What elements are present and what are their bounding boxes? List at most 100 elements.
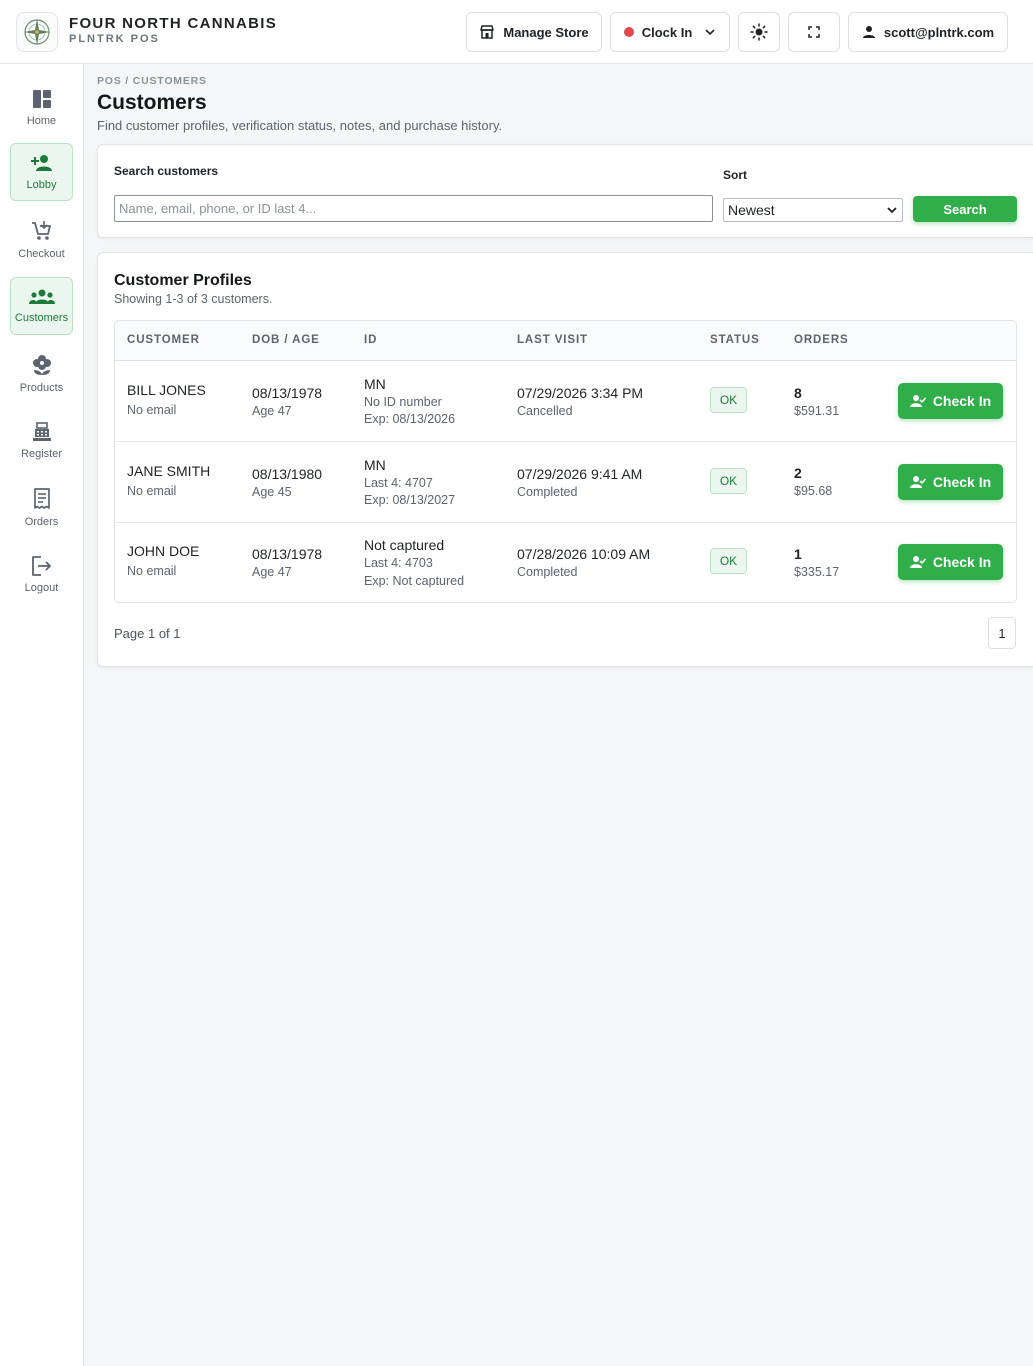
column-header-status[interactable]: STATUS <box>710 334 760 346</box>
sidebar-item-label: Products <box>19 382 64 394</box>
cart-icon <box>31 221 51 240</box>
id-state: Not captured <box>364 537 445 553</box>
fullscreen-icon <box>808 26 820 38</box>
page-subtitle: Find customer profiles, verification sta… <box>97 118 503 133</box>
id-expiration: Exp: 08/13/2026 <box>364 412 456 426</box>
order-total: $335.17 <box>794 565 840 579</box>
customer-dob: 08/13/1978 <box>252 546 323 562</box>
search-panel: Search customers Sort Newest Search <box>97 144 1033 238</box>
last-visit-time: 07/29/2026 3:34 PM <box>517 385 644 401</box>
order-count: 2 <box>794 465 802 481</box>
customers-table: CUSTOMER DOB / AGE ID LAST VISIT STATUS … <box>114 320 1017 603</box>
sun-icon <box>750 23 768 41</box>
customer-email: No email <box>127 484 177 498</box>
search-input[interactable] <box>114 195 713 222</box>
flower-icon <box>32 355 51 375</box>
last-visit-status: Completed <box>517 485 578 499</box>
breadcrumb: POS / CUSTOMERS <box>97 75 207 87</box>
sidebar-item-register[interactable]: Register <box>10 412 73 470</box>
clock-in-label: Clock In <box>641 24 693 40</box>
table-row[interactable]: JANE SMITH No email 08/13/1980 Age 45 MN… <box>115 442 1016 523</box>
top-header: FOUR NORTH CANNABIS PLNTRK POS Manage St… <box>0 0 1033 64</box>
id-state: MN <box>364 457 386 473</box>
check-in-label: Check In <box>932 554 992 570</box>
user-icon <box>862 26 875 38</box>
sidebar-item-label: Home <box>26 115 57 127</box>
check-in-button[interactable]: Check In <box>898 544 1003 580</box>
last-visit-status: Cancelled <box>517 404 573 418</box>
customer-age: Age 47 <box>252 565 292 579</box>
sidebar-item-customers[interactable]: Customers <box>10 277 73 335</box>
manage-store-label: Manage Store <box>503 24 589 40</box>
customer-name[interactable]: JANE SMITH <box>127 463 210 479</box>
sort-selected-value: Newest <box>728 202 775 218</box>
order-total: $591.31 <box>794 404 840 418</box>
sort-select[interactable]: Newest <box>723 198 903 222</box>
column-header-customer[interactable]: CUSTOMER <box>127 334 200 346</box>
clock-status-dot <box>623 27 634 37</box>
table-header: CUSTOMER DOB / AGE ID LAST VISIT STATUS … <box>115 321 1016 361</box>
page-button-1[interactable]: 1 <box>988 617 1016 649</box>
app-name: PLNTRK POS <box>69 33 160 45</box>
sidebar-item-lobby[interactable]: Lobby <box>10 143 73 201</box>
user-account-button[interactable]: scott@plntrk.com <box>848 12 1008 52</box>
compass-logo-icon <box>24 19 50 45</box>
check-in-label: Check In <box>932 474 992 490</box>
profiles-title: Customer Profiles <box>114 272 252 289</box>
column-header-id[interactable]: ID <box>364 334 377 346</box>
table-row[interactable]: JOHN DOE No email 08/13/1978 Age 47 Not … <box>115 522 1016 602</box>
customer-email: No email <box>127 403 177 417</box>
status-badge: OK <box>710 387 747 413</box>
column-header-last-visit[interactable]: LAST VISIT <box>517 334 588 346</box>
check-in-button[interactable]: Check In <box>898 464 1003 500</box>
person-check-icon <box>909 476 926 488</box>
customer-dob: 08/13/1978 <box>252 385 323 401</box>
theme-toggle-button[interactable] <box>738 12 780 52</box>
pagination-summary: Page 1 of 1 <box>114 626 181 641</box>
logout-icon <box>31 556 51 576</box>
register-icon <box>32 422 51 441</box>
sidebar-item-label: Customers <box>14 312 69 324</box>
table-row[interactable]: BILL JONES No email 08/13/1978 Age 47 MN… <box>115 361 1016 442</box>
receipt-icon <box>33 488 50 509</box>
store-logo[interactable] <box>16 12 58 52</box>
chevron-down-icon <box>887 207 897 214</box>
sort-label: Sort <box>723 168 747 182</box>
id-state: MN <box>364 376 386 392</box>
clock-in-dropdown[interactable]: Clock In <box>610 12 730 52</box>
column-header-dob-age[interactable]: DOB / AGE <box>252 334 320 346</box>
status-badge: OK <box>710 468 747 494</box>
sidebar-item-label: Lobby <box>26 179 57 191</box>
check-in-button[interactable]: Check In <box>898 383 1003 419</box>
customer-email: No email <box>127 564 177 578</box>
order-count: 1 <box>794 546 802 562</box>
column-header-orders[interactable]: ORDERS <box>794 334 849 346</box>
store-icon <box>480 25 495 39</box>
sidebar-item-logout[interactable]: Logout <box>10 546 73 604</box>
sidebar-item-orders[interactable]: Orders <box>10 479 73 537</box>
customer-age: Age 45 <box>252 485 292 499</box>
sidebar-item-products[interactable]: Products <box>10 345 73 403</box>
person-check-icon <box>909 556 926 568</box>
status-badge: OK <box>710 548 747 574</box>
id-expiration: Exp: Not captured <box>364 574 465 588</box>
sidebar-item-home[interactable]: Home <box>10 79 73 137</box>
sidebar-item-label: Register <box>21 448 62 460</box>
order-count: 8 <box>794 385 802 401</box>
id-number: Last 4: 4703 <box>364 556 433 570</box>
last-visit-status: Completed <box>517 565 578 579</box>
sidebar-item-checkout[interactable]: Checkout <box>10 211 73 269</box>
dashboard-icon <box>32 90 51 108</box>
manage-store-button[interactable]: Manage Store <box>466 12 602 52</box>
sidebar-nav: Home Lobby Checkout Customers Products R… <box>0 64 84 1366</box>
id-number: Last 4: 4707 <box>364 476 433 490</box>
person-add-icon <box>30 155 52 171</box>
customer-name[interactable]: JOHN DOE <box>127 543 199 559</box>
profiles-summary: Showing 1-3 of 3 customers. <box>114 292 273 306</box>
id-number: No ID number <box>364 395 442 409</box>
last-visit-time: 07/28/2026 10:09 AM <box>517 546 651 562</box>
search-button[interactable]: Search <box>913 196 1017 222</box>
sidebar-item-label: Logout <box>24 582 59 594</box>
customer-name[interactable]: BILL JONES <box>127 382 206 398</box>
fullscreen-button[interactable] <box>788 12 840 52</box>
